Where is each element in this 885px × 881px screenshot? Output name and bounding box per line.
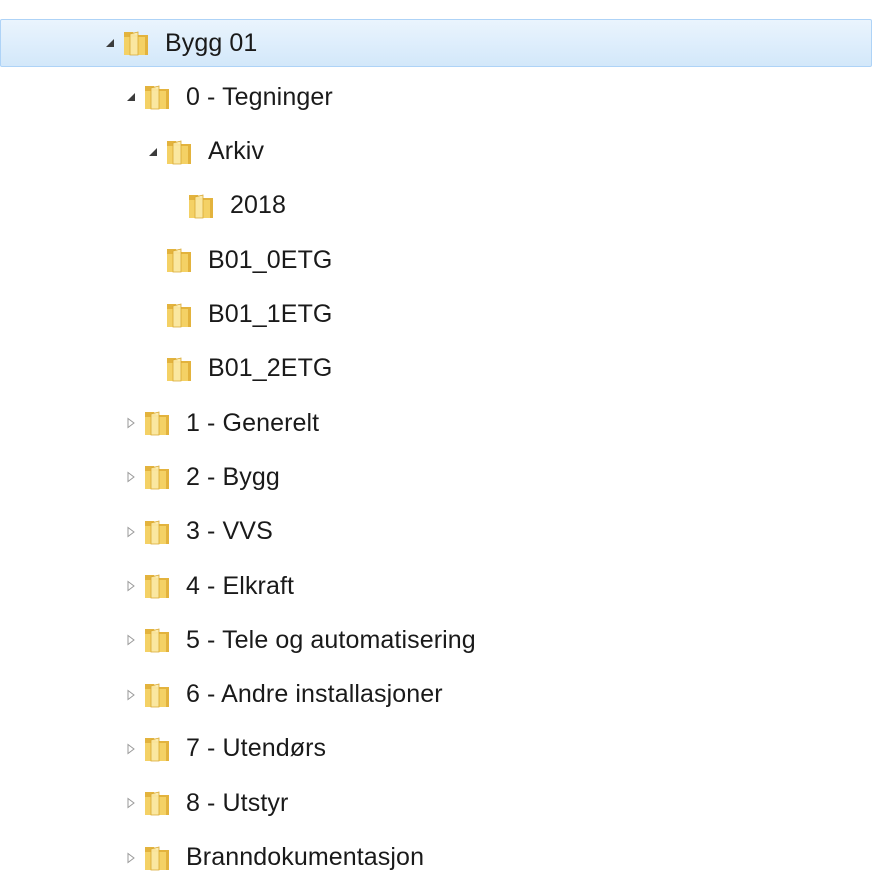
expand-toggle[interactable] bbox=[120, 780, 142, 826]
folder-icon bbox=[145, 411, 169, 436]
tree-item[interactable]: 7 - Utendørs bbox=[120, 726, 326, 772]
tree-item[interactable]: 0 - Tegninger bbox=[120, 74, 333, 120]
tree-item-label: 7 - Utendørs bbox=[186, 734, 327, 763]
tree-item[interactable]: 2 - Bygg bbox=[120, 454, 280, 500]
folder-icon bbox=[145, 683, 169, 707]
collapse-toggle[interactable] bbox=[142, 129, 164, 175]
folder-icon bbox=[145, 845, 169, 870]
tree-item[interactable]: 5 - Tele og automatisering bbox=[120, 617, 476, 663]
tree-item-label: 5 - Tele og automatisering bbox=[186, 625, 476, 654]
triangle-collapsed-icon bbox=[127, 743, 135, 755]
tree-item[interactable]: Bygg 01 bbox=[0, 19, 872, 67]
triangle-expanded-icon bbox=[149, 147, 157, 156]
tree-item[interactable]: B01_1ETG bbox=[142, 292, 332, 338]
triangle-collapsed-icon bbox=[127, 634, 135, 646]
expand-toggle[interactable] bbox=[120, 726, 142, 772]
tree-item-label: 1 - Generelt bbox=[186, 408, 320, 437]
triangle-collapsed-icon bbox=[127, 580, 135, 592]
folder-icon bbox=[167, 357, 191, 382]
folder-icon bbox=[145, 85, 169, 110]
folder-icon bbox=[145, 574, 169, 599]
tree-item-label: 4 - Elkraft bbox=[186, 571, 295, 600]
folder-icon bbox=[145, 737, 169, 762]
triangle-expanded-icon bbox=[127, 93, 135, 102]
folder-icon bbox=[124, 31, 148, 56]
tree-item-label: Branndokumentasjon bbox=[186, 843, 425, 871]
folder-icon bbox=[167, 248, 191, 273]
tree-item[interactable]: 4 - Elkraft bbox=[120, 563, 294, 609]
tree-item-label: 0 - Tegninger bbox=[186, 82, 333, 111]
tree-item[interactable]: 6 - Andre installasjoner bbox=[120, 672, 443, 718]
triangle-collapsed-icon bbox=[127, 526, 135, 538]
folder-icon bbox=[145, 791, 169, 816]
tree-item[interactable]: B01_2ETG bbox=[142, 346, 332, 392]
tree-item-label: B01_1ETG bbox=[208, 300, 333, 328]
tree-item-label: 2018 bbox=[230, 191, 287, 220]
triangle-collapsed-icon bbox=[127, 417, 135, 429]
folder-icon bbox=[167, 302, 191, 327]
tree-item-label: B01_0ETG bbox=[208, 245, 333, 274]
folder-tree: Bygg 01 0 - Tegninger Arkiv 2018 B01_0ETG B01… bbox=[0, 0, 885, 877]
folder-icon bbox=[145, 465, 169, 490]
expand-toggle[interactable] bbox=[120, 563, 142, 609]
expand-toggle[interactable] bbox=[120, 454, 142, 500]
tree-item[interactable]: 2018 bbox=[164, 183, 286, 229]
triangle-collapsed-icon bbox=[127, 689, 135, 701]
tree-item[interactable]: Branndokumentasjon bbox=[120, 835, 424, 881]
tree-item-label: 8 - Utstyr bbox=[186, 788, 289, 817]
tree-item-label: 2 - Bygg bbox=[186, 462, 280, 491]
tree-item[interactable]: Arkiv bbox=[142, 129, 264, 175]
folder-icon bbox=[145, 520, 169, 545]
tree-item-label: B01_2ETG bbox=[208, 354, 333, 383]
tree-item-label: Bygg 01 bbox=[165, 28, 258, 57]
tree-item-label: 3 - VVS bbox=[186, 517, 273, 546]
folder-icon bbox=[145, 628, 169, 653]
triangle-collapsed-icon bbox=[127, 797, 135, 809]
expand-toggle[interactable] bbox=[120, 400, 142, 446]
tree-item-label: Arkiv bbox=[208, 137, 265, 166]
collapse-toggle[interactable] bbox=[120, 74, 142, 120]
tree-item-label: 6 - Andre installasjoner bbox=[186, 680, 443, 709]
expand-toggle[interactable] bbox=[120, 835, 142, 881]
triangle-collapsed-icon bbox=[127, 852, 135, 863]
triangle-collapsed-icon bbox=[127, 471, 135, 483]
tree-item[interactable]: 8 - Utstyr bbox=[120, 780, 288, 826]
expand-toggle[interactable] bbox=[120, 617, 142, 663]
tree-item[interactable]: 1 - Generelt bbox=[120, 400, 319, 446]
tree-item[interactable]: B01_0ETG bbox=[142, 237, 332, 283]
expand-toggle[interactable] bbox=[120, 672, 142, 718]
folder-icon bbox=[167, 140, 191, 164]
collapse-toggle[interactable] bbox=[99, 20, 121, 66]
triangle-expanded-icon bbox=[106, 39, 114, 47]
tree-item[interactable]: 3 - VVS bbox=[120, 509, 273, 555]
folder-icon bbox=[189, 194, 213, 219]
expand-toggle[interactable] bbox=[120, 509, 142, 555]
